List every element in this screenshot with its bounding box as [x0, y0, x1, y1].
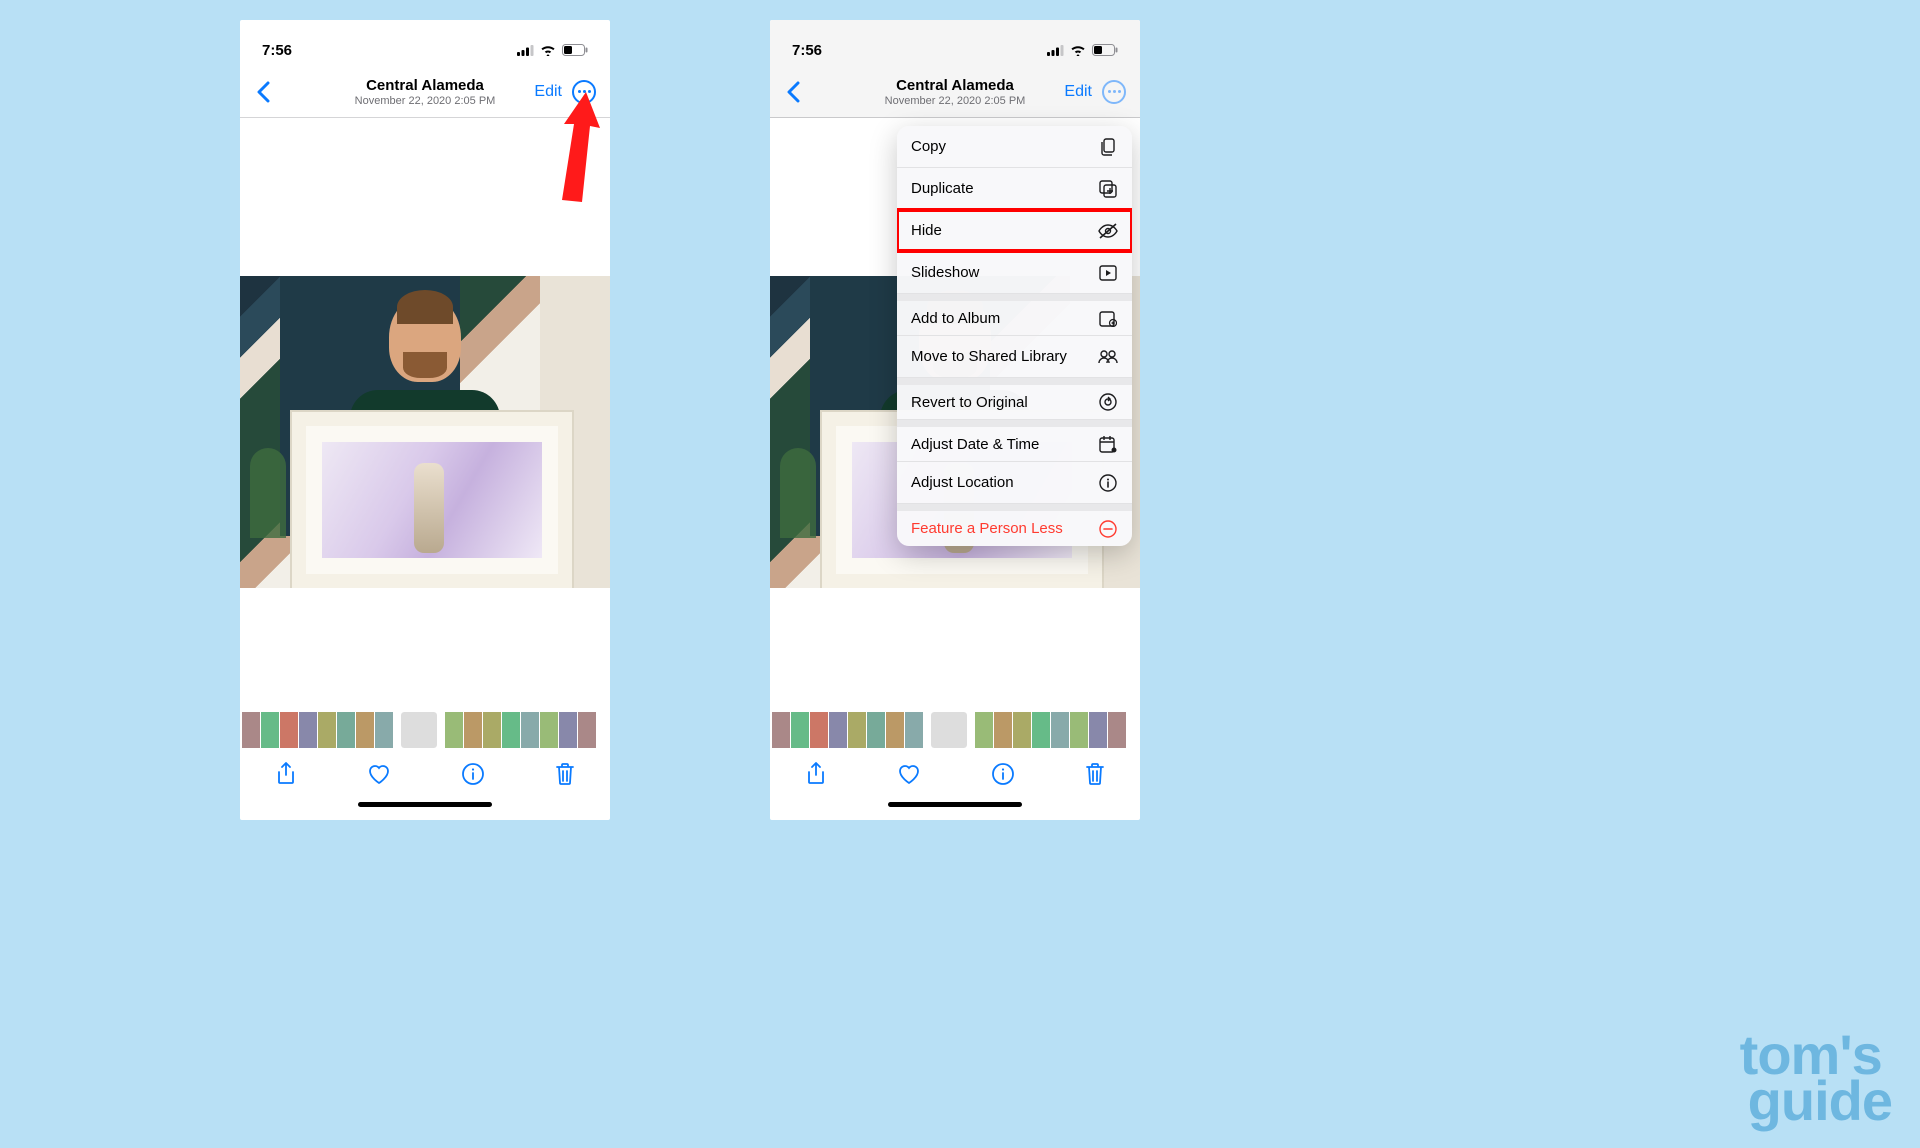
edit-button[interactable]: Edit: [534, 83, 562, 101]
trash-icon[interactable]: [1085, 762, 1105, 786]
album-add-icon: [1098, 308, 1118, 328]
photo-main: [240, 276, 610, 588]
watermark-logo: tom's guide: [1740, 1032, 1892, 1124]
bottom-toolbar: [240, 752, 610, 796]
menu-item-label: Duplicate: [911, 180, 974, 197]
status-icons: [517, 44, 588, 56]
back-button[interactable]: [250, 77, 276, 107]
ellipsis-icon: [1108, 90, 1121, 93]
photo-viewer[interactable]: [240, 118, 610, 708]
revert-icon: [1098, 392, 1118, 412]
date-subtitle: November 22, 2020 2:05 PM: [355, 95, 496, 107]
share-icon[interactable]: [276, 762, 296, 786]
play-rect-icon: [1098, 263, 1118, 283]
status-bar: 7:56: [240, 20, 610, 66]
status-bar: 7:56: [770, 20, 1140, 66]
menu-item-hide[interactable]: Hide: [897, 210, 1132, 252]
menu-item-label: Adjust Date & Time: [911, 436, 1039, 453]
date-subtitle: November 22, 2020 2:05 PM: [885, 95, 1026, 107]
duplicate-icon: [1098, 179, 1118, 199]
back-button[interactable]: [780, 77, 806, 107]
favorite-icon[interactable]: [897, 763, 921, 785]
menu-item-adjust-datetime[interactable]: Adjust Date & Time: [897, 420, 1132, 462]
favorite-icon[interactable]: [367, 763, 391, 785]
menu-item-label: Hide: [911, 222, 942, 239]
menu-item-copy[interactable]: Copy: [897, 126, 1132, 168]
phone-right: 7:56 Central Alameda November 22, 2020 2…: [770, 20, 1140, 820]
menu-item-label: Copy: [911, 138, 946, 155]
menu-item-slideshow[interactable]: Slideshow: [897, 252, 1132, 294]
thumbnail-selected[interactable]: [401, 712, 437, 748]
people-icon: [1098, 347, 1118, 367]
thumbnail-selected[interactable]: [931, 712, 967, 748]
signal-icon: [517, 45, 534, 56]
watermark-line2: guide: [1748, 1069, 1892, 1132]
nav-title: Central Alameda November 22, 2020 2:05 P…: [355, 77, 496, 107]
copy-icon: [1098, 137, 1118, 157]
bottom-toolbar: [770, 752, 1140, 796]
ellipsis-icon: [578, 90, 591, 93]
menu-item-label: Feature a Person Less: [911, 520, 1063, 537]
status-time: 7:56: [792, 42, 822, 59]
thumbnail-strip[interactable]: [770, 708, 1140, 752]
wifi-icon: [1070, 44, 1086, 56]
thumbnail-strip[interactable]: [240, 708, 610, 752]
more-actions-button[interactable]: [1102, 80, 1126, 104]
location-title: Central Alameda: [885, 77, 1026, 94]
menu-item-move-shared[interactable]: Move to Shared Library: [897, 336, 1132, 378]
menu-item-label: Move to Shared Library: [911, 348, 1067, 365]
nav-title: Central Alameda November 22, 2020 2:05 P…: [885, 77, 1026, 107]
menu-item-label: Slideshow: [911, 264, 979, 281]
home-indicator[interactable]: [770, 796, 1140, 820]
battery-icon: [562, 44, 588, 56]
menu-item-label: Adjust Location: [911, 474, 1014, 491]
menu-item-duplicate[interactable]: Duplicate: [897, 168, 1132, 210]
nav-bar: Central Alameda November 22, 2020 2:05 P…: [240, 66, 610, 118]
status-time: 7:56: [262, 42, 292, 59]
info-icon[interactable]: [992, 763, 1014, 785]
menu-item-label: Add to Album: [911, 310, 1000, 327]
signal-icon: [1047, 45, 1064, 56]
menu-item-revert[interactable]: Revert to Original: [897, 378, 1132, 420]
share-icon[interactable]: [806, 762, 826, 786]
menu-item-feature-less[interactable]: Feature a Person Less: [897, 504, 1132, 546]
edit-button[interactable]: Edit: [1064, 83, 1092, 101]
battery-icon: [1092, 44, 1118, 56]
location-title: Central Alameda: [355, 77, 496, 94]
calendar-icon: [1098, 434, 1118, 454]
nav-bar: Central Alameda November 22, 2020 2:05 P…: [770, 66, 1140, 118]
wifi-icon: [540, 44, 556, 56]
menu-item-label: Revert to Original: [911, 394, 1028, 411]
info-icon[interactable]: [462, 763, 484, 785]
trash-icon[interactable]: [555, 762, 575, 786]
more-actions-button[interactable]: [572, 80, 596, 104]
home-indicator[interactable]: [240, 796, 610, 820]
menu-item-add-album[interactable]: Add to Album: [897, 294, 1132, 336]
phone-left: 7:56 Central Alameda November 22, 2020 2…: [240, 20, 610, 820]
minus-circle-icon: [1098, 519, 1118, 539]
actions-menu: Copy Duplicate Hide Slideshow Add to Album Mo…: [897, 126, 1132, 546]
status-icons: [1047, 44, 1118, 56]
info-icon: [1098, 473, 1118, 493]
menu-item-adjust-location[interactable]: Adjust Location: [897, 462, 1132, 504]
eye-slash-icon: [1098, 221, 1118, 241]
